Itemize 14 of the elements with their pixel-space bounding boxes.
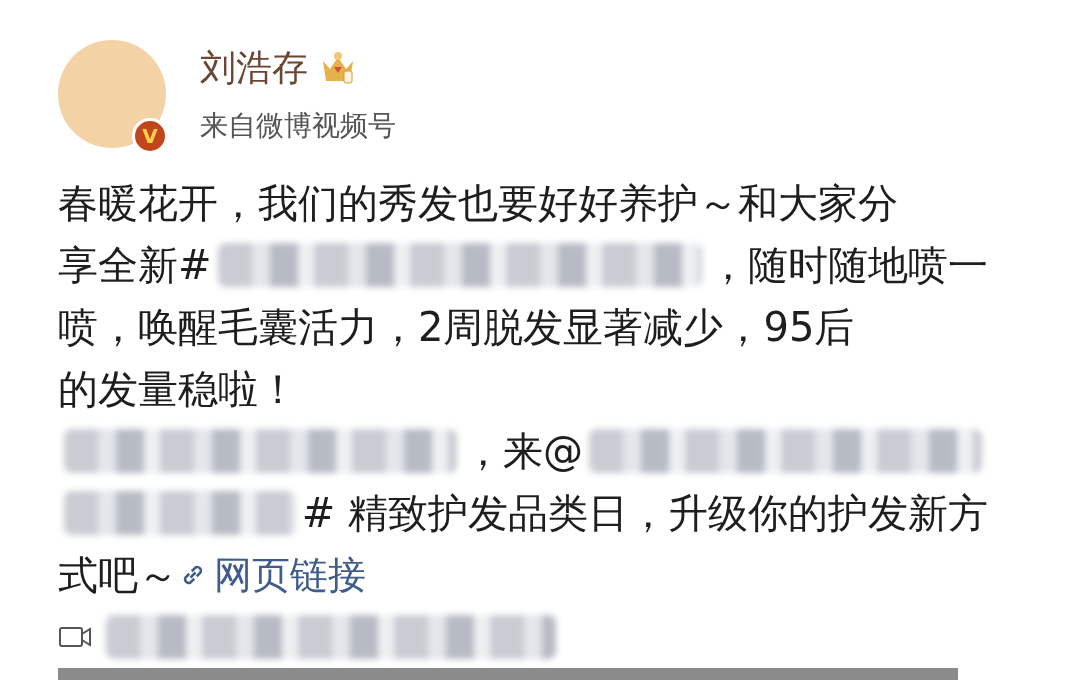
post-text: 喷，唤醒毛囊活力，2周脱发显著减少，95后 — [58, 302, 855, 352]
video-icon — [58, 624, 92, 650]
post-text: 春暖花开，我们的秀发也要好好养护～和大家分 — [58, 178, 898, 228]
post-text: 式吧～ — [58, 550, 178, 600]
web-link[interactable]: 网页链接 — [178, 549, 366, 601]
post-text: # 精致护发品类日，升级你的护发新方 — [301, 488, 988, 538]
post-text: ，来@ — [463, 426, 583, 476]
post-text: 享全新# — [58, 240, 212, 290]
verified-badge: V — [132, 118, 168, 154]
post-source: 来自微博视频号 — [200, 107, 396, 144]
user-name[interactable]: 刘浩存 — [200, 43, 308, 93]
post-text: 的发量稳啦！ — [58, 364, 298, 414]
post-text: ，随时随地喷一 — [708, 240, 988, 290]
crown-icon — [320, 51, 356, 85]
